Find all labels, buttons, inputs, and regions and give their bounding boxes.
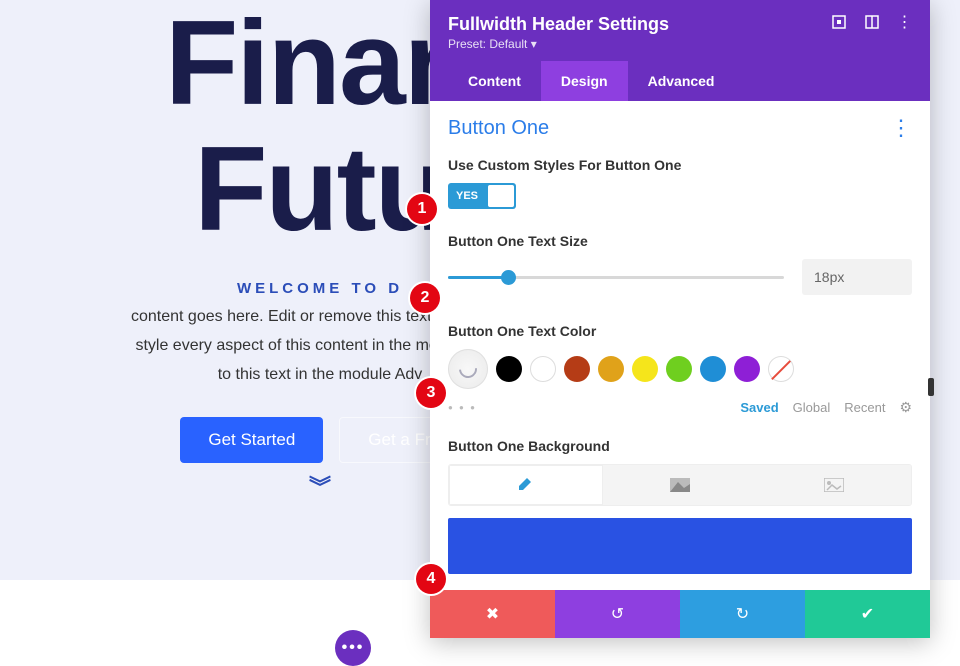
swatch-white[interactable] [530, 356, 556, 382]
snap-icon[interactable] [864, 14, 879, 29]
filter-recent[interactable]: Recent [844, 400, 885, 415]
preset-dropdown[interactable]: Preset: Default ▾ [448, 37, 669, 51]
gear-icon[interactable]: ⚙ [899, 399, 912, 416]
bg-color-preview[interactable] [448, 518, 912, 574]
undo-button[interactable]: ↺ [555, 590, 680, 638]
bg-label: Button One Background [448, 438, 912, 454]
color-swatches [448, 349, 912, 389]
kebab-icon[interactable]: ⋮ [897, 14, 912, 29]
action-bar: ✖ ↺ ↻ ✔ [430, 590, 930, 638]
expand-icon[interactable] [831, 14, 846, 29]
swatch-yellow[interactable] [632, 356, 658, 382]
discard-button[interactable]: ✖ [430, 590, 555, 638]
scrollbar-thumb[interactable] [928, 378, 934, 396]
text-color-label: Button One Text Color [448, 323, 912, 339]
text-size-slider[interactable] [448, 276, 784, 279]
swatch-blue[interactable] [700, 356, 726, 382]
swatch-orange[interactable] [598, 356, 624, 382]
bg-tab-image[interactable] [757, 465, 911, 505]
bg-tab-gradient[interactable] [603, 465, 757, 505]
add-swatch-icon[interactable]: ● ● ● [448, 403, 477, 412]
filter-saved[interactable]: Saved [740, 400, 778, 415]
swatch-green[interactable] [666, 356, 692, 382]
toggle-value: YES [448, 190, 478, 202]
bg-tabs [448, 464, 912, 506]
settings-panel: Fullwidth Header Settings Preset: Defaul… [430, 0, 930, 638]
callout-1: 1 [407, 194, 437, 224]
slider-thumb[interactable] [501, 270, 516, 285]
panel-header: Fullwidth Header Settings Preset: Defaul… [430, 0, 930, 101]
custom-styles-toggle[interactable]: YES [448, 183, 516, 209]
tab-design[interactable]: Design [541, 61, 628, 101]
callout-3: 3 [416, 378, 446, 408]
section-menu-icon[interactable]: ⋮ [890, 115, 912, 141]
tab-advanced[interactable]: Advanced [628, 61, 735, 101]
swatch-black[interactable] [496, 356, 522, 382]
toggle-knob [488, 185, 514, 207]
custom-styles-label: Use Custom Styles For Button One [448, 157, 912, 173]
panel-title: Fullwidth Header Settings [448, 14, 669, 35]
save-button[interactable]: ✔ [805, 590, 930, 638]
redo-button[interactable]: ↻ [680, 590, 805, 638]
swatch-none[interactable] [768, 356, 794, 382]
bg-tab-color[interactable] [449, 465, 603, 505]
tab-content[interactable]: Content [448, 61, 541, 101]
callout-2: 2 [410, 283, 440, 313]
callout-4: 4 [416, 564, 446, 594]
swatch-selected[interactable] [448, 349, 488, 389]
swatch-purple[interactable] [734, 356, 760, 382]
section-title[interactable]: Button One [448, 117, 549, 140]
text-size-label: Button One Text Size [448, 233, 912, 249]
get-started-button[interactable]: Get Started [180, 417, 323, 463]
filter-global[interactable]: Global [793, 400, 831, 415]
swatch-red[interactable] [564, 356, 590, 382]
panel-tabs: Content Design Advanced [448, 61, 912, 101]
more-fab-button[interactable]: ••• [335, 630, 371, 666]
text-size-input[interactable]: 18px [802, 259, 912, 295]
